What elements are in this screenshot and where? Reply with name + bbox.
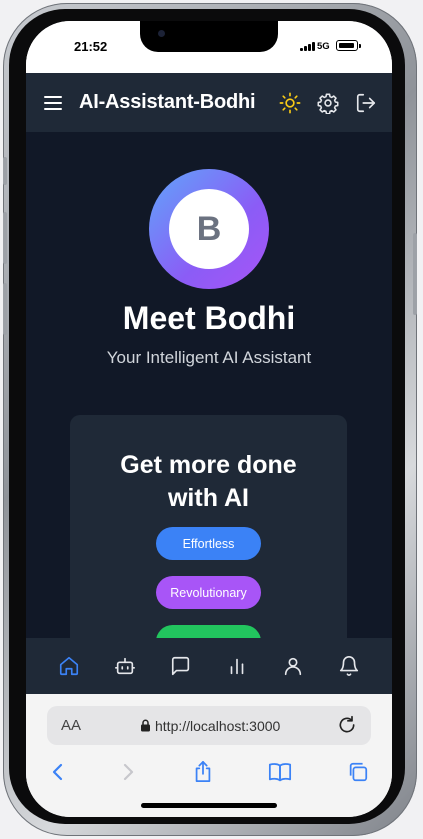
home-indicator[interactable]	[141, 803, 277, 808]
chat-icon	[171, 656, 190, 676]
feature-card: Get more done with AI Effortless Revolut…	[70, 415, 347, 639]
address-bar[interactable]: AA http://localhost:3000	[47, 706, 371, 745]
signal-icon	[300, 42, 315, 51]
chevron-left-icon	[52, 763, 63, 781]
menu-button[interactable]	[42, 92, 64, 114]
pill-revolutionary: Revolutionary	[156, 576, 261, 609]
bottom-nav	[26, 638, 392, 694]
hamburger-menu-icon	[44, 96, 62, 110]
forward-button[interactable]	[114, 758, 142, 786]
nav-assistant[interactable]	[111, 652, 139, 680]
camera-icon	[158, 30, 165, 37]
battery-icon	[336, 40, 361, 51]
settings-button[interactable]	[316, 91, 340, 115]
app-title: AI-Assistant-Bodhi	[79, 91, 256, 113]
nav-profile[interactable]	[279, 652, 307, 680]
sun-icon	[279, 92, 301, 114]
pill-effortless: Effortless	[156, 527, 261, 560]
bookmarks-button[interactable]	[266, 758, 294, 786]
network-label: 5G	[317, 41, 330, 52]
card-title-line-1: Get more done	[120, 451, 297, 479]
theme-toggle-button[interactable]	[278, 91, 302, 115]
card-title: Get more done with AI	[70, 449, 347, 515]
share-icon	[195, 761, 211, 783]
nav-stats[interactable]	[223, 652, 251, 680]
reload-icon[interactable]	[337, 715, 357, 735]
share-button[interactable]	[189, 758, 217, 786]
hero-title: Meet Bodhi	[122, 300, 296, 336]
back-button[interactable]	[44, 758, 72, 786]
status-bar: 21:52 5G	[26, 21, 392, 73]
app-header: AI-Assistant-Bodhi	[26, 73, 392, 132]
volume-down-button	[3, 283, 7, 335]
tabs-icon	[349, 762, 368, 782]
main-content: B Meet Bodhi Your Intelligent AI Assista…	[26, 132, 392, 639]
lock-icon	[141, 719, 150, 732]
gear-icon	[317, 93, 339, 114]
pill-partial	[156, 625, 261, 639]
card-title-line-2: with AI	[167, 484, 249, 512]
tabs-button[interactable]	[344, 758, 372, 786]
dynamic-island	[140, 21, 278, 52]
nav-home[interactable]	[55, 652, 83, 680]
status-time: 21:52	[74, 39, 108, 54]
power-button	[413, 233, 417, 315]
hero-subtitle: Your Intelligent AI Assistant	[106, 348, 312, 367]
chevron-right-icon	[123, 763, 134, 781]
reader-text-size-button[interactable]: AA	[61, 717, 81, 734]
home-icon	[59, 656, 79, 676]
bar-chart-icon	[230, 658, 244, 675]
browser-toolbar: AA http://localhost:3000	[26, 694, 392, 817]
url-text: http://localhost:3000	[155, 718, 281, 734]
logout-icon	[356, 93, 376, 113]
bell-icon	[339, 656, 359, 676]
phone-screen: 21:52 5G AI-Assistant-Bodhi B Meet Bodhi…	[26, 21, 392, 817]
user-icon	[284, 657, 302, 676]
nav-notifications[interactable]	[335, 652, 363, 680]
volume-up-button	[3, 212, 7, 264]
avatar-letter: B	[169, 189, 249, 269]
nav-chat[interactable]	[167, 652, 195, 680]
logout-button[interactable]	[354, 91, 378, 115]
robot-icon	[115, 657, 135, 675]
aa-label: AA	[61, 717, 82, 734]
book-icon	[268, 763, 292, 782]
bodhi-avatar: B	[149, 169, 269, 289]
silent-switch	[3, 157, 7, 185]
